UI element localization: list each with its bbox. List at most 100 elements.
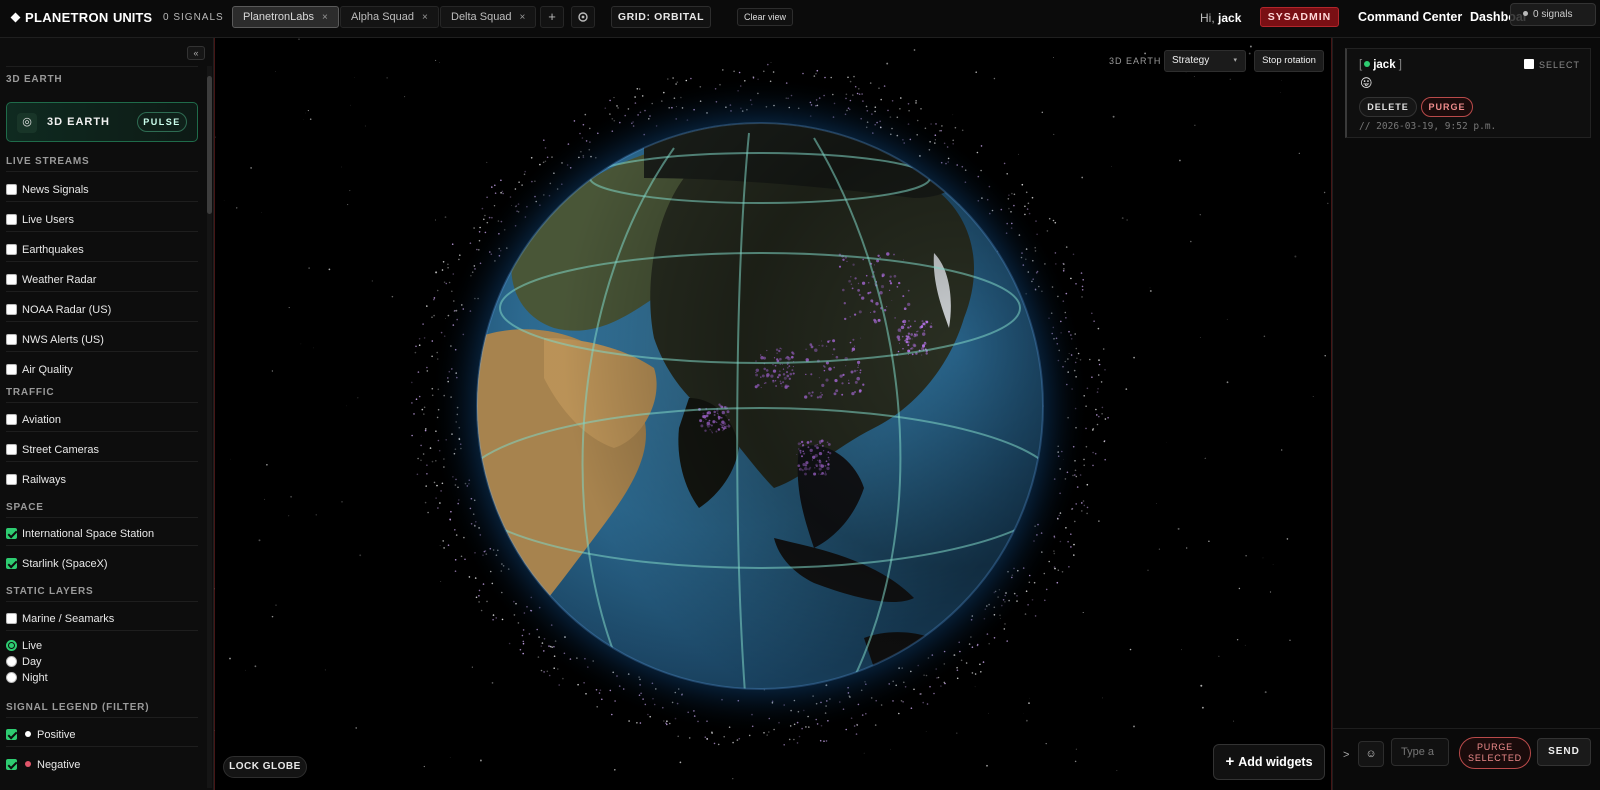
tab-planetronlabs[interactable]: PlanetronLabs × — [232, 6, 339, 28]
star — [974, 686, 976, 688]
divider — [6, 231, 198, 232]
gear-icon — [578, 12, 588, 22]
collapse-sidebar-button[interactable]: « — [187, 46, 205, 60]
checkbox[interactable] — [6, 334, 17, 345]
divider — [6, 630, 198, 631]
legend-label: Negative — [37, 759, 81, 771]
lock-globe-button[interactable]: LOCK GLOBE — [223, 756, 307, 778]
checkbox[interactable] — [6, 184, 17, 195]
checkbox[interactable] — [6, 244, 17, 255]
satellite — [426, 370, 429, 372]
star — [439, 62, 441, 63]
satellite — [415, 345, 417, 348]
satellite — [502, 192, 504, 195]
message-input[interactable] — [1391, 738, 1449, 766]
emoji-button[interactable]: ☺ — [1358, 741, 1384, 767]
star — [1133, 725, 1135, 728]
layer-starlink[interactable]: Starlink (SpaceX) — [6, 553, 198, 575]
radio[interactable] — [6, 672, 17, 683]
globe-viewport[interactable]: 3D EARTH Strategy ▾ Stop rotation LOCK GL… — [214, 38, 1332, 790]
satellite — [1054, 252, 1057, 254]
close-icon[interactable]: × — [520, 12, 526, 23]
satellite — [736, 739, 739, 741]
strategy-dropdown[interactable]: Strategy ▾ — [1164, 50, 1246, 72]
satellite — [524, 170, 526, 173]
units-link[interactable]: UNITS — [113, 10, 152, 25]
status-dot-icon — [1523, 11, 1528, 16]
layer-street-cameras[interactable]: Street Cameras — [6, 439, 198, 461]
layer-noaa-radar[interactable]: NOAA Radar (US) — [6, 299, 198, 321]
checkbox[interactable] — [6, 613, 17, 624]
checkbox-checked[interactable] — [6, 528, 17, 539]
tab-delta-squad[interactable]: Delta Squad × — [440, 6, 537, 28]
close-icon[interactable]: × — [322, 12, 328, 23]
checkbox-checked[interactable] — [6, 558, 17, 569]
close-icon[interactable]: × — [422, 12, 428, 23]
section-space: SPACE — [6, 502, 44, 513]
satellite — [424, 429, 427, 432]
checkbox-checked[interactable] — [6, 759, 17, 770]
layer-marine-seamarks[interactable]: Marine / Seamarks — [6, 608, 198, 630]
layer-earthquakes[interactable]: Earthquakes — [6, 239, 198, 261]
lighting-night[interactable]: Night — [6, 670, 198, 686]
star — [975, 71, 977, 73]
pulse-button[interactable]: PULSE — [137, 112, 187, 132]
satellite — [1045, 588, 1048, 591]
checkbox[interactable] — [6, 214, 17, 225]
divider — [6, 517, 198, 518]
signals-count: 0 SIGNALS — [163, 12, 224, 23]
satellite — [910, 707, 913, 709]
purge-selected-button[interactable]: PURGE SELECTED — [1459, 737, 1531, 769]
legend-negative[interactable]: Negative — [6, 754, 198, 776]
settings-button[interactable] — [571, 6, 595, 28]
star — [1218, 655, 1220, 657]
globe-canvas[interactable] — [214, 38, 1332, 790]
layer-nws-alerts[interactable]: NWS Alerts (US) — [6, 329, 198, 351]
layer-news-signals[interactable]: News Signals — [6, 179, 198, 201]
satellite — [454, 559, 457, 561]
checkbox[interactable] — [6, 364, 17, 375]
lighting-day[interactable]: Day — [6, 654, 198, 670]
layer-air-quality[interactable]: Air Quality — [6, 359, 198, 381]
satellite — [1062, 262, 1064, 265]
purge-message-button[interactable]: PURGE — [1421, 97, 1473, 117]
earth-mode-card[interactable]: ◎ 3D EARTH PULSE — [6, 102, 198, 142]
grid-mode-button[interactable]: GRID: ORBITAL — [611, 6, 711, 28]
lighting-live[interactable]: Live — [6, 638, 198, 654]
delete-message-button[interactable]: DELETE — [1359, 97, 1417, 117]
star — [1289, 639, 1291, 642]
select-message-toggle[interactable]: SELECT — [1524, 59, 1580, 70]
satellite — [944, 682, 946, 685]
satellite — [971, 672, 974, 674]
legend-positive[interactable]: Positive — [6, 724, 198, 746]
brand-logo[interactable]: PLANETRON — [10, 10, 109, 25]
checkbox[interactable] — [1524, 59, 1534, 69]
checkbox[interactable] — [6, 444, 17, 455]
satellite — [798, 735, 801, 738]
add-widgets-button[interactable]: + Add widgets — [1213, 744, 1325, 780]
checkbox-checked[interactable] — [6, 729, 17, 740]
nav-command-center[interactable]: Command Center — [1358, 10, 1462, 24]
layer-railways[interactable]: Railways — [6, 469, 198, 491]
clear-view-button[interactable]: Clear view — [737, 8, 794, 26]
stop-rotation-button[interactable]: Stop rotation — [1254, 50, 1324, 72]
radio[interactable] — [6, 656, 17, 667]
add-tab-button[interactable]: + — [540, 6, 564, 28]
layer-iss[interactable]: International Space Station — [6, 523, 198, 545]
layer-live-users[interactable]: Live Users — [6, 209, 198, 231]
sidebar-scroll-thumb[interactable] — [207, 76, 212, 214]
send-button[interactable]: SEND — [1537, 738, 1591, 766]
satellite — [540, 669, 543, 672]
star — [986, 764, 988, 767]
checkbox[interactable] — [6, 474, 17, 485]
layer-aviation[interactable]: Aviation — [6, 409, 198, 431]
checkbox[interactable] — [6, 304, 17, 315]
signals-pill-label: 0 signals — [1533, 9, 1573, 20]
layer-weather-radar[interactable]: Weather Radar — [6, 269, 198, 291]
checkbox[interactable] — [6, 414, 17, 425]
satellite — [738, 737, 741, 740]
tab-alpha-squad[interactable]: Alpha Squad × — [340, 6, 439, 28]
satellite — [1091, 312, 1093, 315]
radio-selected[interactable] — [6, 640, 17, 651]
checkbox[interactable] — [6, 274, 17, 285]
